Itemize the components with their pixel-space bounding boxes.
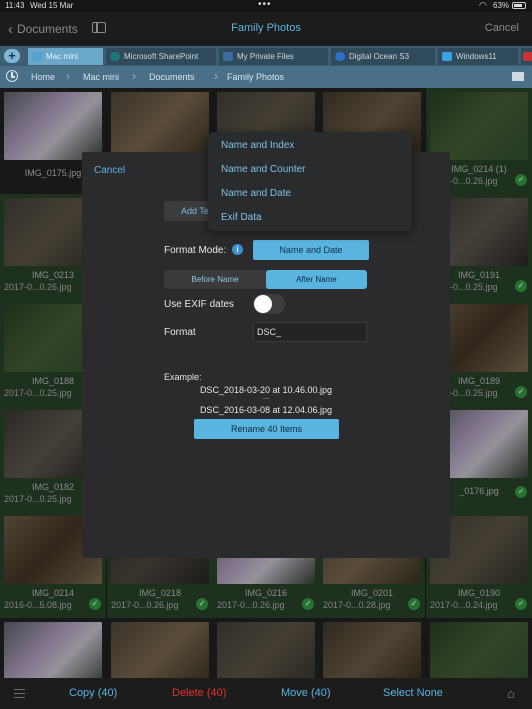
chevron-right-icon: › (214, 69, 218, 83)
example-label: Example: (164, 372, 202, 382)
add-tab-button[interactable]: + (4, 49, 20, 63)
monitor-icon (32, 52, 42, 61)
status-time: 11:43 (5, 1, 25, 10)
format-mode-select[interactable]: Name and Date (253, 240, 369, 260)
connection-tab-bar: + Mac mini Microsoft SharePoint My Priva… (0, 46, 532, 66)
move-button[interactable]: Move (40) (281, 687, 331, 699)
format-input[interactable]: DSC_ (253, 322, 367, 342)
app-window: 11:43 Wed 15 Mar ••• ◠ 63% ‹ Documents Fa… (0, 0, 532, 709)
status-bar: 11:43 Wed 15 Mar ••• ◠ 63% (0, 0, 532, 12)
delete-button[interactable]: Delete (40) (172, 687, 226, 699)
digital-ocean-icon (335, 52, 345, 61)
menu-icon[interactable] (14, 689, 25, 698)
battery-icon (512, 2, 526, 9)
menu-item-exif-data[interactable]: Exif Data (221, 212, 262, 223)
use-exif-label: Use EXIF dates (164, 299, 235, 310)
menu-item-name-and-index[interactable]: Name and Index (221, 140, 294, 151)
segment-after-name[interactable]: After Name (266, 270, 367, 289)
breadcrumb-family-photos: Family Photos (227, 72, 285, 82)
page-title: Family Photos (231, 22, 301, 34)
tab-windows11[interactable]: Windows11 (438, 48, 518, 65)
tab-label: My Private Files (237, 52, 294, 61)
tab-mac-mini[interactable]: Mac mini (28, 48, 103, 65)
wifi-icon: ◠ (479, 0, 487, 10)
status-date: Wed 15 Mar (30, 1, 74, 10)
multitasking-dots-icon[interactable]: ••• (258, 0, 272, 10)
dialog-cancel-button[interactable]: Cancel (94, 165, 125, 176)
tab-digital-ocean-s3[interactable]: Digital Ocean S3 (331, 48, 435, 65)
copy-button[interactable]: Copy (40) (69, 687, 117, 699)
segment-before-name[interactable]: Before Name (164, 270, 266, 289)
chevron-right-icon: › (66, 69, 70, 83)
nav-cancel-button[interactable]: Cancel (485, 22, 519, 34)
menu-item-name-and-counter[interactable]: Name and Counter (221, 164, 306, 175)
app-icon (523, 52, 532, 61)
date-position-segmented-control: Before Name After Name (164, 270, 367, 289)
breadcrumb-home[interactable]: Home (31, 72, 55, 82)
tab-label: Mac mini (46, 52, 79, 61)
breadcrumb-documents[interactable]: Documents (149, 72, 195, 82)
bottom-toolbar: Copy (40) Delete (40) Move (40) Select N… (0, 678, 532, 709)
info-icon[interactable]: i (232, 244, 243, 255)
tab-microsoft-sharepoint[interactable]: Microsoft SharePoint (106, 48, 216, 65)
windows-icon (442, 52, 452, 61)
chevron-right-icon: › (132, 69, 136, 83)
tab-my-private-files[interactable]: My Private Files (219, 48, 328, 65)
menu-item-name-and-date[interactable]: Name and Date (221, 188, 291, 199)
tab-label: Microsoft SharePoint (124, 52, 199, 61)
format-mode-menu: Name and Index Name and Counter Name and… (208, 132, 412, 231)
navigation-bar: ‹ Documents Family Photos Cancel (0, 12, 532, 46)
sharepoint-icon (110, 52, 120, 61)
select-none-button[interactable]: Select None (383, 687, 443, 699)
export-icon[interactable] (512, 72, 524, 81)
breadcrumb-mac-mini[interactable]: Mac mini (83, 72, 119, 82)
format-label: Format (164, 327, 196, 338)
folder-icon (223, 52, 233, 61)
rename-items-button[interactable]: Rename 40 Items (194, 419, 339, 439)
battery-percent: 63% (493, 1, 510, 10)
tab-label: Digital Ocean S3 (349, 52, 410, 61)
breadcrumb: Home › Mac mini › Documents › Family Pho… (0, 66, 532, 88)
example-last: DSC_2016-03-08 at 12.04.06.jpg (199, 405, 333, 415)
tab-label: Windows11 (456, 52, 497, 61)
history-icon[interactable] (6, 70, 18, 82)
example-ellipsis: ... (263, 394, 269, 401)
home-icon[interactable]: ⌂ (507, 686, 515, 701)
use-exif-toggle[interactable] (253, 294, 285, 314)
format-mode-label: Format Mode: (164, 245, 227, 256)
tab-overflow[interactable] (521, 48, 532, 65)
